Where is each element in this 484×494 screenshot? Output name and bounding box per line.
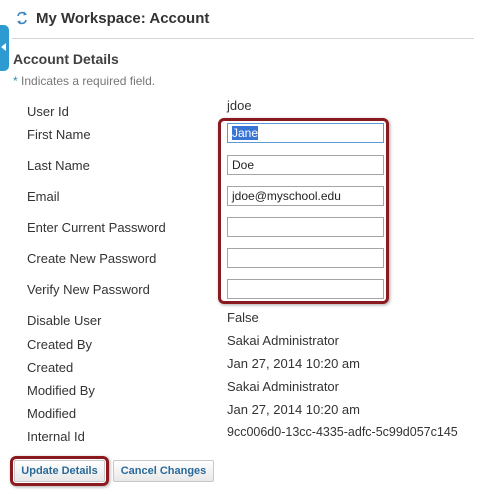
disable-user-label: Disable User <box>27 313 102 328</box>
modified-label: Modified <box>27 406 77 421</box>
first-name-label: First Name <box>27 127 91 142</box>
modified-value: Jan 27, 2014 10:20 am <box>227 402 360 417</box>
created-by-value: Sakai Administrator <box>227 333 339 348</box>
user-id-label: User Id <box>27 104 69 119</box>
created-by-label: Created By <box>27 337 93 352</box>
new-password-label: Create New Password <box>27 251 157 266</box>
verify-password-label: Verify New Password <box>27 282 150 297</box>
email-label: Email <box>27 189 60 204</box>
required-field-note: * Indicates a required field. <box>13 74 155 88</box>
section-heading: Account Details <box>13 51 119 67</box>
user-id-value: jdoe <box>227 98 252 113</box>
tool-title-bar: My Workspace: Account <box>12 0 474 39</box>
current-password-label: Enter Current Password <box>27 220 166 235</box>
internal-id-label: Internal Id <box>27 429 85 444</box>
disable-user-value: False <box>227 310 259 325</box>
internal-id-value: 9cc006d0-13cc-4335-adfc-5c99d057c145 <box>227 425 458 439</box>
editable-fields-highlight <box>218 118 389 304</box>
page-title: My Workspace: Account <box>36 10 210 27</box>
cancel-changes-button[interactable]: Cancel Changes <box>113 460 214 482</box>
update-button-highlight <box>10 456 109 486</box>
required-star: * <box>13 74 18 88</box>
modified-by-label: Modified By <box>27 383 95 398</box>
created-value: Jan 27, 2014 10:20 am <box>227 356 360 371</box>
created-label: Created <box>27 360 74 375</box>
refresh-arrows-icon[interactable] <box>16 11 28 25</box>
modified-by-value: Sakai Administrator <box>227 379 339 394</box>
collapse-arrow-icon <box>1 43 6 51</box>
last-name-label: Last Name <box>27 158 90 173</box>
collapse-tab-handle[interactable] <box>0 25 9 71</box>
required-note-text: Indicates a required field. <box>21 74 156 88</box>
